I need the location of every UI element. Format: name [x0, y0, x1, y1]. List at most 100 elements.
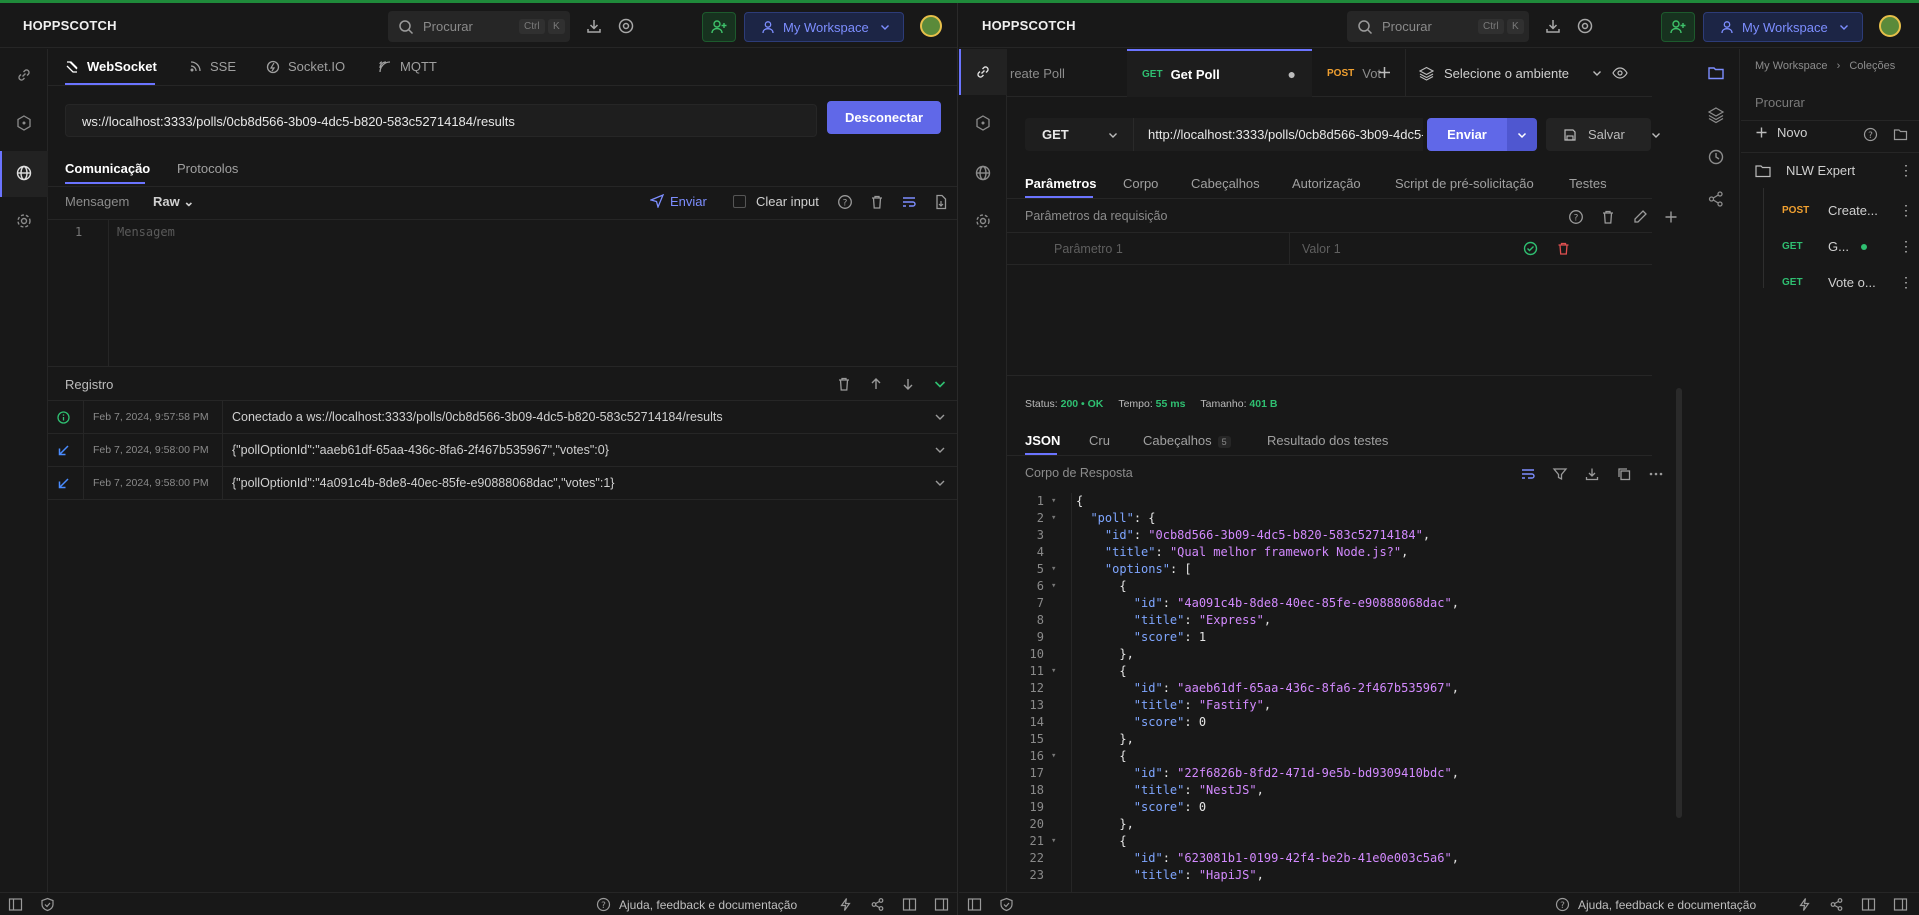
share-icon[interactable]	[870, 897, 885, 912]
environment-selector[interactable]: Selecione o ambiente	[1419, 49, 1603, 97]
tab-communication[interactable]: Comunicação	[65, 161, 150, 176]
link-icon[interactable]	[974, 63, 992, 81]
import-file-icon[interactable]	[933, 194, 949, 210]
lightning-icon[interactable]	[838, 897, 853, 912]
chevron-down-icon[interactable]	[1650, 129, 1662, 141]
avatar[interactable]	[1879, 15, 1901, 37]
log-entry[interactable]: Feb 7, 2024, 9:57:58 PM Conectado a ws:/…	[48, 401, 957, 434]
layers-icon[interactable]	[1707, 106, 1725, 124]
share-icon[interactable]	[1829, 897, 1844, 912]
wrap-lines-icon[interactable]	[1520, 466, 1536, 482]
brand-logo[interactable]: HOPPSCOTCH	[982, 18, 1076, 33]
response-scrollbar[interactable]	[1676, 388, 1682, 818]
avatar[interactable]	[920, 15, 942, 37]
save-button[interactable]: Salvar	[1546, 118, 1651, 151]
link-icon[interactable]	[15, 66, 33, 84]
param-key-input[interactable]: Parâmetro 1	[1054, 242, 1123, 256]
param-value-input[interactable]: Valor 1	[1302, 242, 1341, 256]
collection-item[interactable]: NLW Expert	[1755, 163, 1855, 178]
globe-icon[interactable]	[15, 164, 33, 182]
more-options-icon[interactable]	[1648, 466, 1664, 482]
tab-tests[interactable]: Testes	[1569, 176, 1607, 191]
fold-toggle-icon[interactable]: ▾	[1051, 510, 1056, 527]
tab-pre-request-script[interactable]: Script de pré-solicitação	[1395, 176, 1534, 191]
request-menu-icon[interactable]: ⋮	[1899, 202, 1913, 219]
chevron-down-icon[interactable]	[933, 410, 947, 424]
sidebar-toggle-icon[interactable]	[8, 897, 23, 912]
tab-create-poll[interactable]: reate Poll	[1007, 49, 1127, 97]
fold-toggle-icon[interactable]: ▾	[1051, 561, 1056, 578]
breadcrumb-workspace[interactable]: My Workspace	[1755, 60, 1828, 72]
clear-input-toggle[interactable]: Clear input	[733, 194, 819, 209]
import-folder-icon[interactable]	[1893, 127, 1908, 142]
invite-button[interactable]	[1661, 12, 1695, 42]
log-entry[interactable]: Feb 7, 2024, 9:58:00 PM {"pollOptionId":…	[48, 467, 957, 500]
chevron-down-icon[interactable]	[933, 443, 947, 457]
tab-raw[interactable]: Cru	[1089, 433, 1110, 448]
send-options-button[interactable]	[1507, 118, 1537, 151]
split-view-icon[interactable]	[1861, 897, 1876, 912]
folder-icon[interactable]	[1707, 64, 1725, 82]
shield-icon[interactable]	[40, 897, 55, 912]
edit-icon[interactable]	[1632, 209, 1648, 225]
copy-icon[interactable]	[1616, 466, 1632, 482]
settings-icon[interactable]	[974, 212, 992, 230]
wrap-lines-icon[interactable]	[901, 194, 917, 210]
sidebar-toggle-icon[interactable]	[967, 897, 982, 912]
tab-websocket[interactable]: WebSocket	[65, 59, 157, 74]
help-icon[interactable]: ?	[1863, 127, 1878, 142]
help-icon[interactable]: ?	[837, 194, 853, 210]
support-icon[interactable]	[1576, 17, 1594, 35]
method-select[interactable]: GET	[1025, 118, 1133, 151]
log-entry[interactable]: Feb 7, 2024, 9:58:00 PM {"pollOptionId":…	[48, 434, 957, 467]
tab-get-poll[interactable]: GET Get Poll ●	[1127, 49, 1312, 97]
tab-response-headers[interactable]: Cabeçalhos 5	[1143, 433, 1231, 448]
fold-toggle-icon[interactable]: ▾	[1051, 493, 1056, 510]
workspace-selector[interactable]: My Workspace	[744, 12, 904, 42]
workspace-selector[interactable]: My Workspace	[1703, 12, 1863, 42]
eye-icon[interactable]	[1612, 66, 1628, 80]
graphql-icon[interactable]	[15, 114, 33, 132]
send-message-button[interactable]: Enviar	[649, 193, 707, 209]
help-feedback-link[interactable]: Ajuda, feedback e documentação	[1578, 898, 1756, 912]
fold-toggle-icon[interactable]: ▾	[1051, 578, 1056, 595]
brand-logo[interactable]: HOPPSCOTCH	[23, 18, 117, 33]
plus-icon[interactable]	[1663, 209, 1679, 225]
collapse-chevron-icon[interactable]	[932, 376, 948, 392]
trash-icon[interactable]	[1600, 209, 1616, 225]
chevron-down-icon[interactable]	[933, 476, 947, 490]
arrow-down-icon[interactable]	[900, 376, 916, 392]
request-menu-icon[interactable]: ⋮	[1899, 274, 1913, 291]
new-collection-button[interactable]: Novo	[1755, 125, 1807, 140]
request-menu-icon[interactable]: ⋮	[1899, 238, 1913, 255]
shield-icon[interactable]	[999, 897, 1014, 912]
arrow-up-icon[interactable]	[868, 376, 884, 392]
support-icon[interactable]	[617, 17, 635, 35]
disconnect-button[interactable]: Desconectar	[827, 101, 941, 134]
help-feedback-link[interactable]: Ajuda, feedback e documentação	[619, 898, 797, 912]
request-url-input[interactable]: http://localhost:3333/polls/0cb8d566-3b0…	[1133, 118, 1423, 151]
websocket-url-input[interactable]: ws://localhost:3333/polls/0cb8d566-3b09-…	[65, 104, 817, 137]
format-select[interactable]: Raw ⌄	[153, 194, 194, 210]
history-icon[interactable]	[1707, 148, 1725, 166]
tab-socketio[interactable]: Socket.IO	[266, 59, 345, 74]
globe-icon[interactable]	[974, 164, 992, 182]
help-icon[interactable]: ?	[1568, 209, 1584, 225]
tab-test-results[interactable]: Resultado dos testes	[1267, 433, 1388, 448]
filter-icon[interactable]	[1552, 466, 1568, 482]
fold-toggle-icon[interactable]: ▾	[1051, 663, 1056, 680]
collection-menu-icon[interactable]: ⋮	[1899, 162, 1913, 179]
check-circle-icon[interactable]	[1523, 241, 1538, 256]
settings-icon[interactable]	[15, 212, 33, 230]
right-sidebar-toggle-icon[interactable]	[1893, 897, 1908, 912]
download-icon[interactable]	[585, 17, 603, 35]
tab-parameters[interactable]: Parâmetros	[1025, 176, 1097, 191]
invite-button[interactable]	[702, 12, 736, 42]
download-icon[interactable]	[1544, 17, 1562, 35]
right-sidebar-toggle-icon[interactable]	[934, 897, 949, 912]
trash-icon[interactable]	[869, 194, 885, 210]
search-box[interactable]: Procurar Ctrl K	[388, 11, 570, 42]
tab-headers[interactable]: Cabeçalhos	[1191, 176, 1260, 191]
tab-sse[interactable]: SSE	[188, 59, 236, 74]
request-item[interactable]: GET G...	[1782, 239, 1867, 254]
